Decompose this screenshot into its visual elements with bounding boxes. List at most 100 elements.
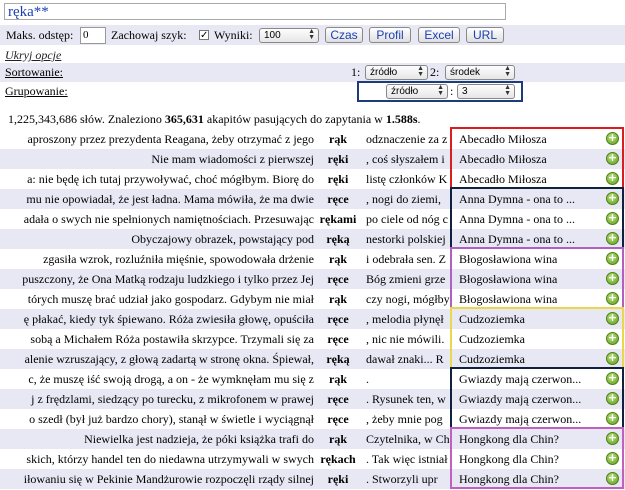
sorting-row <box>0 63 625 82</box>
sort-2-value: środek <box>450 67 481 78</box>
time-button[interactable]: Czas <box>325 27 363 43</box>
right-context: Bóg zmieni grze <box>366 272 446 286</box>
right-context: listę członków K <box>366 172 448 186</box>
group-count-select[interactable]: 3 ▲ ▼ <box>457 84 515 99</box>
right-context: i odebrała sen. Z <box>366 252 446 266</box>
table-row: Niewielka jest nadzieja, że póki książka… <box>0 429 625 449</box>
expand-plus-icon[interactable]: + <box>606 232 619 245</box>
excel-button[interactable]: Excel <box>418 27 460 43</box>
source-title[interactable]: Hongkong dla Chin? <box>459 469 601 489</box>
max-gap-input[interactable]: 0 <box>80 27 106 44</box>
table-row: mu nie opowiadał, że jest ładna. Mama mó… <box>0 189 625 209</box>
profile-button[interactable]: Profil <box>369 27 411 43</box>
expand-plus-icon[interactable]: + <box>606 192 619 205</box>
right-context: . Tak więc istniał <box>366 452 448 466</box>
stats-mid: akapitów pasujących do zapytania w <box>203 112 386 126</box>
expand-plus-icon[interactable]: + <box>606 452 619 465</box>
left-context: c, że muszę iść swoją drogą, a on - że w… <box>28 372 314 386</box>
expand-plus-icon[interactable]: + <box>606 432 619 445</box>
left-context: sobą a Michałem Róża postawiła skrzypce.… <box>30 332 314 346</box>
expand-plus-icon[interactable]: + <box>606 152 619 165</box>
expand-plus-icon[interactable]: + <box>606 292 619 305</box>
source-title[interactable]: Anna Dymna - ona to ... <box>459 229 601 249</box>
table-row: Obyczajowy obrazek, powstający pod ręką ne… <box>0 229 625 249</box>
source-title[interactable]: Anna Dymna - ona to ... <box>459 189 601 209</box>
results-select[interactable]: 100 ▲ ▼ <box>259 28 319 43</box>
source-title[interactable]: Abecadło Miłosza <box>459 169 601 189</box>
source-title[interactable]: Hongkong dla Chin? <box>459 429 601 449</box>
source-title[interactable]: Błogosławiona wina <box>459 269 601 289</box>
keyword: rąk <box>329 432 347 446</box>
left-context: iłowaniu się w Pekinie Mandżurowie rozpo… <box>23 472 314 486</box>
keyword: ręki <box>327 472 349 486</box>
left-context: zgasiła wzrok, rozluźniła mięśnie, spowo… <box>43 252 314 266</box>
keep-order-label: Zachowaj szyk: <box>111 28 187 42</box>
table-row: a: nie będę ich tutaj przywoływać, choć … <box>0 169 625 189</box>
left-context: skich, którzy handel ten do niedawna utr… <box>26 452 314 466</box>
keyword: ręki <box>327 172 349 186</box>
keyword: rąk <box>329 292 347 306</box>
keyword: ręce <box>327 192 349 206</box>
left-context: tórych muszę brać udział jako gospodarz.… <box>27 292 314 306</box>
source-title[interactable]: Gwiazdy mają czerwon... <box>459 389 601 409</box>
select-arrows-icon: ▲ ▼ <box>504 84 511 97</box>
expand-plus-icon[interactable]: + <box>606 132 619 145</box>
expand-plus-icon[interactable]: + <box>606 372 619 385</box>
expand-plus-icon[interactable]: + <box>606 332 619 345</box>
group-select[interactable]: źródło ▲ ▼ <box>386 84 448 99</box>
query-input[interactable]: ręka** <box>4 3 506 20</box>
sort-2-select[interactable]: środek ▲ ▼ <box>445 65 515 80</box>
grouping-label[interactable]: Grupowanie: <box>5 82 68 100</box>
source-title[interactable]: Gwiazdy mają czerwon... <box>459 369 601 389</box>
select-arrows-icon: ▲ ▼ <box>417 65 424 78</box>
expand-plus-icon[interactable]: + <box>606 252 619 265</box>
expand-plus-icon[interactable]: + <box>606 212 619 225</box>
expand-plus-icon[interactable]: + <box>606 412 619 425</box>
source-title[interactable]: Abecadło Miłosza <box>459 129 601 149</box>
expand-plus-icon[interactable]: + <box>606 472 619 485</box>
sort-1-value: źródło <box>370 67 398 78</box>
left-context: a: nie będę ich tutaj przywoływać, choć … <box>27 172 314 186</box>
expand-plus-icon[interactable]: + <box>606 312 619 325</box>
keyword: ręce <box>327 312 349 326</box>
left-context: j z frędzlami, siedzący po turecku, z mi… <box>31 392 314 406</box>
source-title[interactable]: Abecadło Miłosza <box>459 149 601 169</box>
keyword: ręce <box>327 332 349 346</box>
right-context: , nic nie mówili. <box>366 332 445 346</box>
source-title[interactable]: Cudzoziemka <box>459 349 601 369</box>
expand-plus-icon[interactable]: + <box>606 272 619 285</box>
source-title[interactable]: Gwiazdy mają czerwon... <box>459 409 601 429</box>
table-row: puszczony, że Ona Matką rodzaju ludzkieg… <box>0 269 625 289</box>
url-button[interactable]: URL <box>466 27 504 43</box>
source-title[interactable]: Błogosławiona wina <box>459 289 601 309</box>
sort-1-select[interactable]: źródło ▲ ▼ <box>365 65 428 80</box>
expand-plus-icon[interactable]: + <box>606 172 619 185</box>
source-title[interactable]: Cudzoziemka <box>459 309 601 329</box>
source-title[interactable]: Błogosławiona wina <box>459 249 601 269</box>
source-title[interactable]: Anna Dymna - ona to ... <box>459 209 601 229</box>
table-row: iłowaniu się w Pekinie Mandżurowie rozpo… <box>0 469 625 489</box>
right-context: , coś słyszałem i <box>366 152 445 166</box>
keyword: ręce <box>327 412 349 426</box>
table-row: aproszony przez prezydenta Reagana, żeby… <box>0 129 625 149</box>
sorting-label[interactable]: Sortowanie: <box>5 63 63 81</box>
expand-plus-icon[interactable]: + <box>606 392 619 405</box>
left-context: Niewielka jest nadzieja, że póki książka… <box>84 432 314 446</box>
stats-time: 1.588s <box>385 112 418 126</box>
hide-options-link[interactable]: Ukryj opcje <box>5 46 61 64</box>
left-context: alenie wzruszający, z głową zadartą w st… <box>24 352 314 366</box>
checkmark-icon: ✓ <box>200 30 209 41</box>
source-title[interactable]: Hongkong dla Chin? <box>459 449 601 469</box>
select-arrows-icon: ▲ ▼ <box>437 84 444 97</box>
keyword: rąk <box>329 252 347 266</box>
keep-order-checkbox[interactable]: ✓ <box>199 30 209 41</box>
left-context: ę płakać, kiedy tyk śpiewano. Róża zwies… <box>23 312 314 326</box>
left-context: Nie mam wiadomości z pierwszej <box>151 152 314 166</box>
sort-2-prefix: 2: <box>430 65 440 79</box>
keyword: ręką <box>326 232 350 246</box>
keyword: ręce <box>327 272 349 286</box>
right-context: nestorki polskiej <box>366 232 446 246</box>
expand-plus-icon[interactable]: + <box>606 352 619 365</box>
keyword: rąk <box>329 372 347 386</box>
source-title[interactable]: Cudzoziemka <box>459 329 601 349</box>
